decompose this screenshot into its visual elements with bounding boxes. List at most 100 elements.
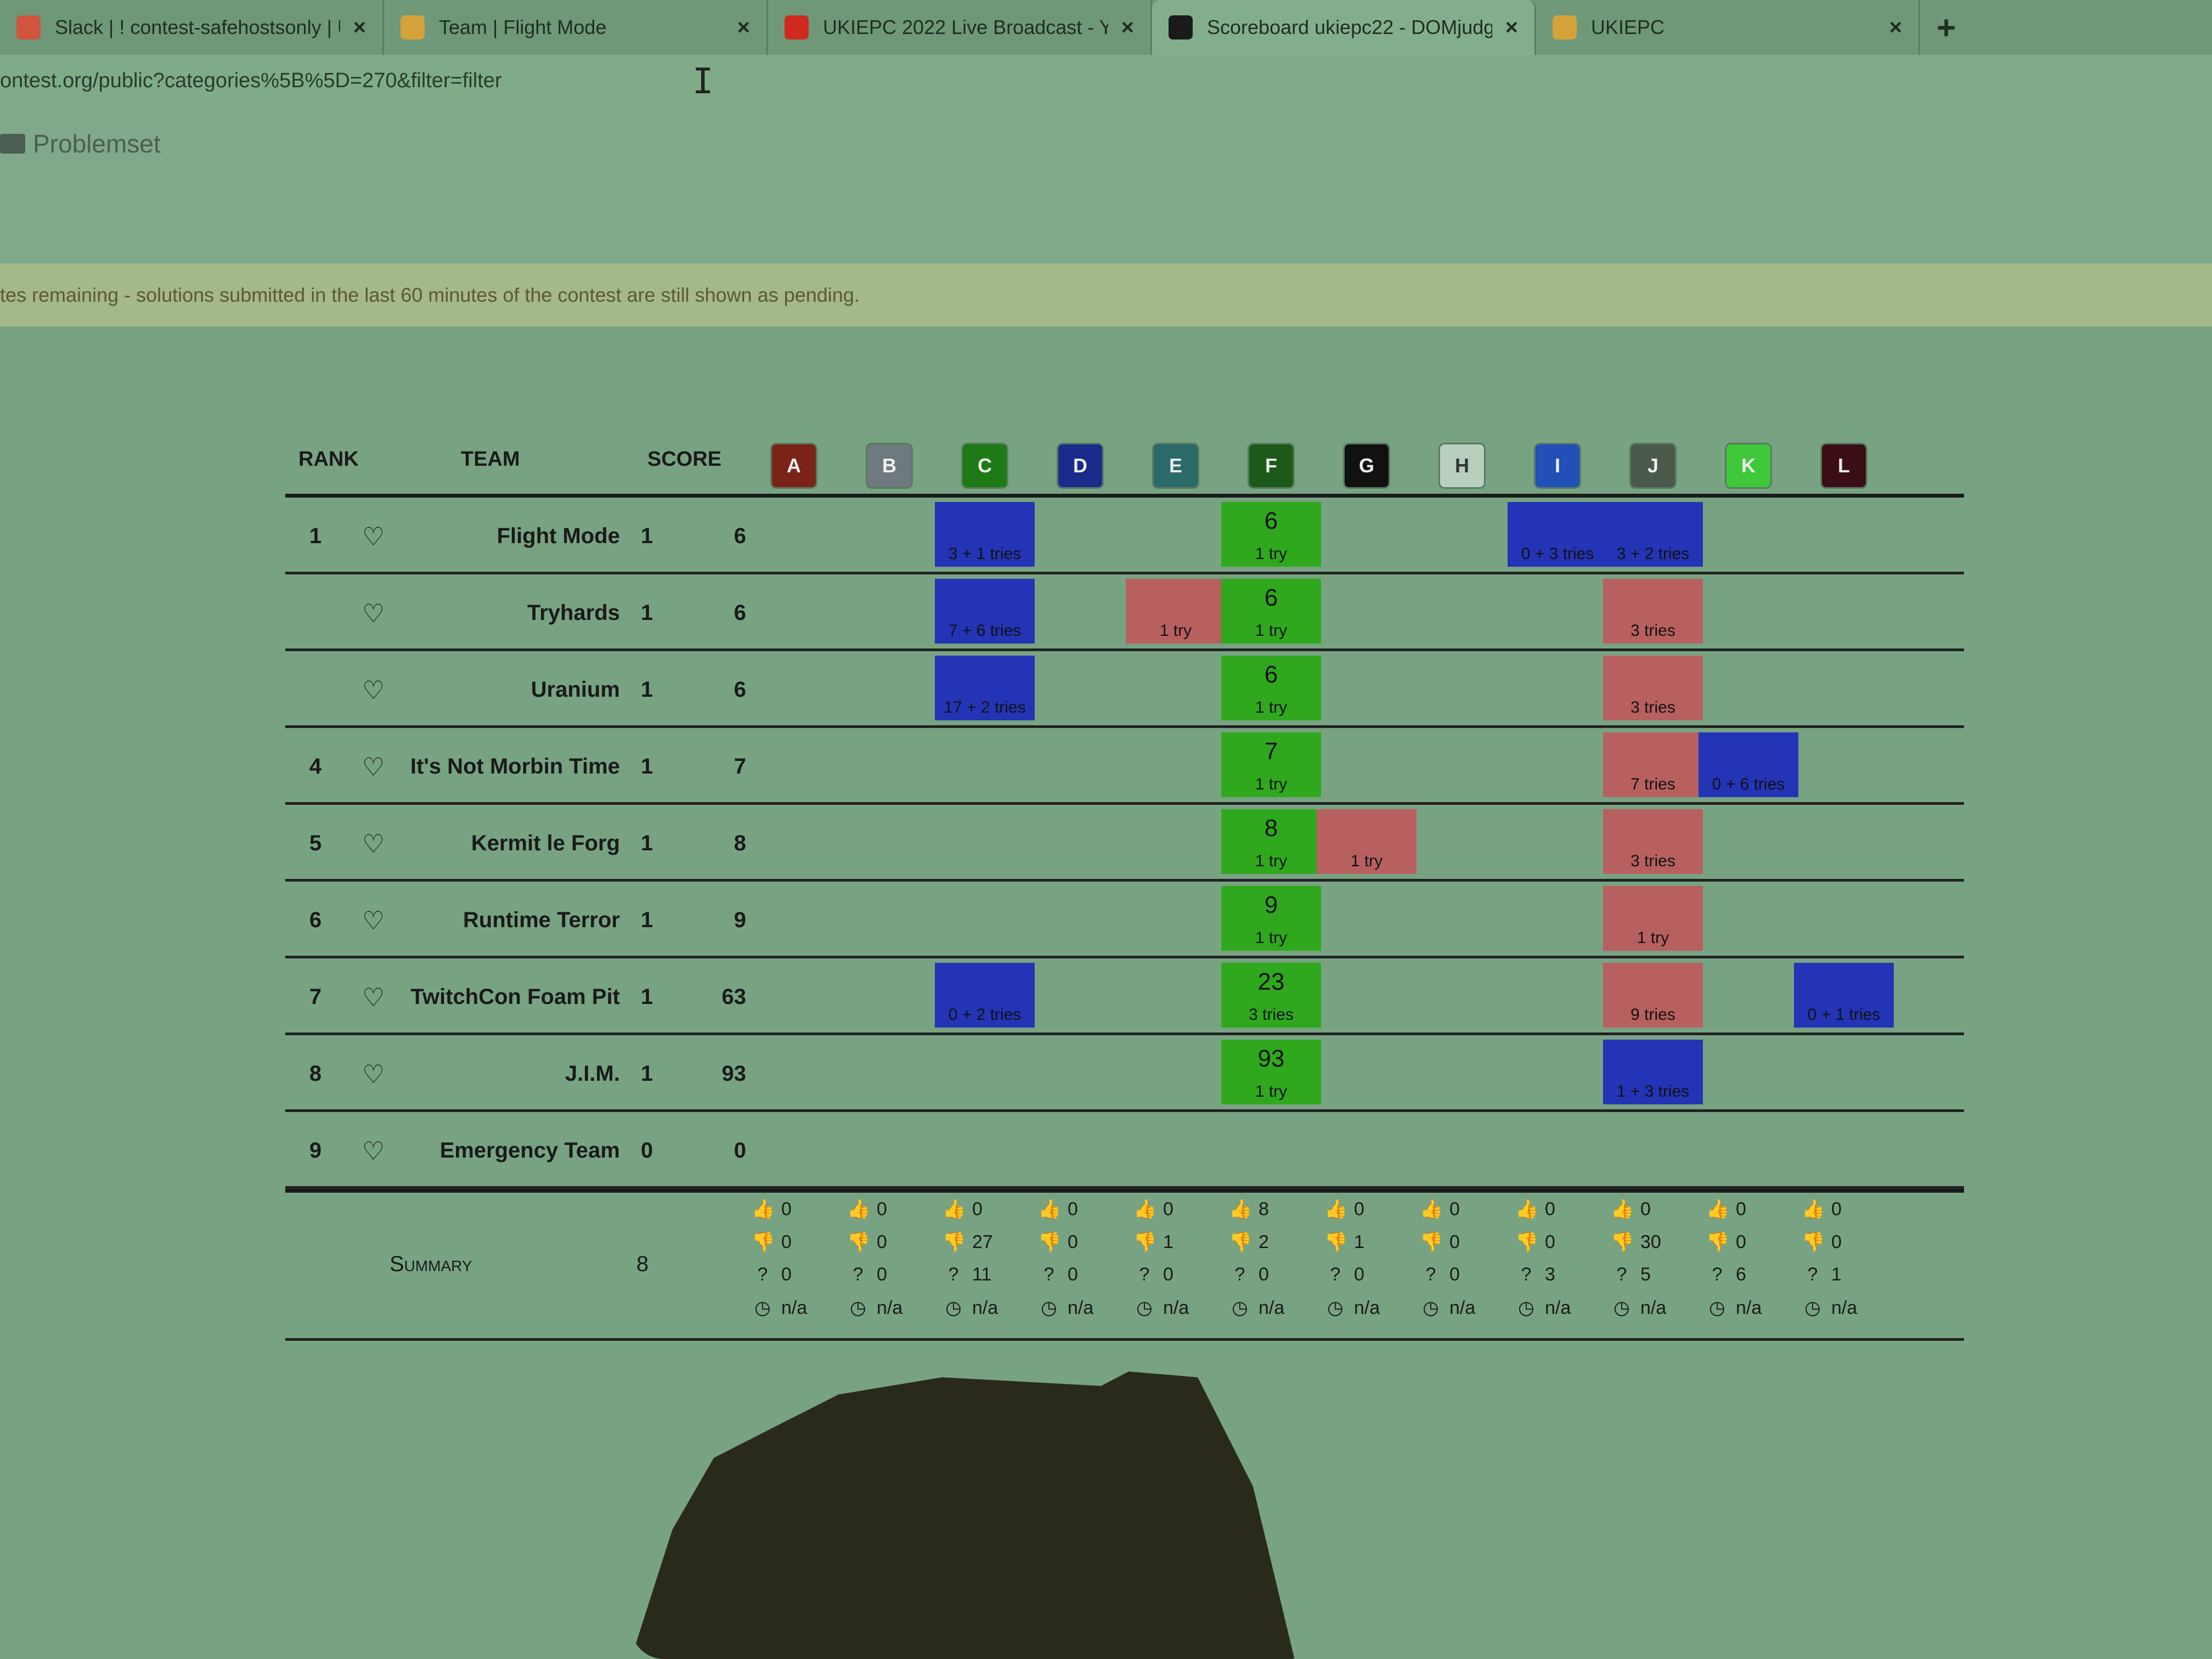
clock-icon: ◷ <box>1804 1297 1821 1318</box>
problem-badge-h[interactable]: H <box>1440 444 1484 487</box>
problem-badge-f[interactable]: F <box>1249 444 1293 487</box>
problem-badge-l[interactable]: L <box>1822 444 1866 487</box>
close-tab-icon[interactable]: × <box>1121 15 1134 40</box>
browser-tab-3[interactable]: UKIEPC 2022 Live Broadcast - Yo × <box>768 0 1152 55</box>
result-cell-c[interactable]: 0 + 2 tries <box>935 963 1035 1028</box>
result-cell-j[interactable]: 3 tries <box>1603 579 1703 644</box>
problem-badge-k[interactable]: K <box>1726 444 1770 487</box>
team-name[interactable]: TwitchCon Foam Pit <box>400 985 620 1009</box>
team-row[interactable]: 8 ♡ J.I.M. 1 93 93 1 try 1 + 3 tries <box>285 1035 1964 1112</box>
browser-tab-1[interactable]: Slack | ! contest-safehostsonly | U × <box>0 0 384 55</box>
summary-stat: ◷ n/a <box>1229 1297 1284 1319</box>
result-tries: 3 tries <box>1630 698 1675 716</box>
result-cell-j[interactable]: 7 tries <box>1603 732 1703 797</box>
team-name[interactable]: Uranium <box>400 678 620 702</box>
close-tab-icon[interactable]: × <box>1505 15 1518 40</box>
favorite-heart-icon[interactable]: ♡ <box>362 983 385 1012</box>
summary-solved-count: 8 <box>636 1252 649 1276</box>
favorite-heart-icon[interactable]: ♡ <box>362 829 385 859</box>
problem-badge-a[interactable]: A <box>772 444 816 487</box>
problem-badge-j[interactable]: J <box>1631 444 1675 487</box>
problem-badge-g[interactable]: G <box>1345 444 1389 487</box>
team-name[interactable]: Runtime Terror <box>400 908 620 933</box>
new-tab-button[interactable]: + <box>1937 9 1956 47</box>
team-row[interactable]: 6 ♡ Runtime Terror 1 9 9 1 try 1 try <box>285 882 1964 958</box>
result-cell-j[interactable]: 9 tries <box>1603 963 1703 1028</box>
result-cell-c[interactable]: 3 + 1 tries <box>935 502 1035 567</box>
summary-stat: ◷ n/a <box>1706 1297 1762 1319</box>
team-name[interactable]: Emergency Team <box>400 1138 620 1163</box>
team-name[interactable]: It's Not Morbin Time <box>400 754 620 779</box>
problem-badge-d[interactable]: D <box>1058 444 1102 487</box>
clock-icon: ◷ <box>754 1297 771 1318</box>
problem-badge-b[interactable]: B <box>867 444 911 487</box>
close-tab-icon[interactable]: × <box>353 15 366 40</box>
result-cell-k[interactable]: 0 + 6 tries <box>1699 732 1798 797</box>
thumbs-down-icon: 👎 <box>752 1232 775 1252</box>
browser-tab-2[interactable]: Team | Flight Mode × <box>384 0 768 55</box>
summary-stat: 👎 1 <box>1324 1231 1364 1253</box>
problem-badge-c[interactable]: C <box>963 444 1007 487</box>
team-row[interactable]: 1 ♡ Flight Mode 1 6 3 + 1 tries 6 1 try 0 + 3 tr… <box>285 498 1964 574</box>
favorite-heart-icon[interactable]: ♡ <box>362 1136 385 1166</box>
result-cell-f[interactable]: 6 1 try <box>1221 579 1321 644</box>
result-cell-c[interactable]: 7 + 6 tries <box>935 579 1035 644</box>
result-cell-f[interactable]: 8 1 try <box>1221 809 1321 874</box>
clock-icon: ◷ <box>1518 1297 1534 1318</box>
result-time: 23 <box>1257 968 1285 995</box>
result-cell-j[interactable]: 1 + 3 tries <box>1603 1040 1703 1104</box>
result-cell-f[interactable]: 6 1 try <box>1221 656 1321 720</box>
result-cell-c[interactable]: 17 + 2 tries <box>935 656 1035 720</box>
result-cell-j[interactable]: 1 try <box>1603 886 1703 951</box>
favorite-heart-icon[interactable]: ♡ <box>362 599 385 628</box>
url-text[interactable]: ontest.org/public?categories%5B%5D=270&f… <box>0 69 502 93</box>
favorite-heart-icon[interactable]: ♡ <box>362 1059 385 1089</box>
team-row[interactable]: 7 ♡ TwitchCon Foam Pit 1 63 0 + 2 tries 23 3 tr… <box>285 958 1964 1035</box>
result-cell-f[interactable]: 93 1 try <box>1221 1040 1321 1104</box>
question-icon: ? <box>1616 1264 1627 1285</box>
text-cursor-icon: I <box>692 61 714 102</box>
thumbs-up-icon: 👍 <box>847 1199 871 1220</box>
result-cell-f[interactable]: 7 1 try <box>1221 732 1321 797</box>
team-row[interactable]: 4 ♡ It's Not Morbin Time 1 7 7 1 try 7 tries 0 +… <box>285 728 1964 805</box>
problem-badge-e[interactable]: E <box>1154 444 1198 487</box>
browser-tab-4[interactable]: Scoreboard ukiepc22 - DOMjudg × <box>1152 0 1536 55</box>
team-name[interactable]: Tryhards <box>400 601 620 625</box>
close-tab-icon[interactable]: × <box>737 15 750 40</box>
summary-stat-value: 0 <box>1449 1199 1460 1220</box>
summary-stat: 👍 0 <box>847 1198 887 1220</box>
team-row[interactable]: ♡ Tryhards 1 6 7 + 6 tries 1 try 6 1 try 3 tries <box>285 574 1964 651</box>
result-cell-i[interactable]: 0 + 3 tries <box>1508 502 1607 567</box>
favorite-heart-icon[interactable]: ♡ <box>362 752 385 782</box>
team-name[interactable]: Flight Mode <box>400 524 620 549</box>
solved-count: 1 <box>641 524 653 548</box>
favorite-heart-icon[interactable]: ♡ <box>362 906 385 935</box>
result-cell-f[interactable]: 23 3 tries <box>1221 963 1321 1028</box>
result-cell-j[interactable]: 3 + 2 tries <box>1603 502 1703 567</box>
result-cell-j[interactable]: 3 tries <box>1603 656 1703 720</box>
result-cell-l[interactable]: 0 + 1 tries <box>1794 963 1894 1028</box>
summary-stat-value: n/a <box>1259 1297 1285 1318</box>
result-cell-f[interactable]: 6 1 try <box>1221 502 1321 567</box>
problem-badge-i[interactable]: I <box>1536 444 1579 487</box>
result-cell-j[interactable]: 3 tries <box>1603 809 1703 874</box>
favorite-heart-icon[interactable]: ♡ <box>362 522 385 551</box>
browser-tab-5[interactable]: UKIEPC × <box>1536 0 1920 55</box>
result-tries: 1 + 3 tries <box>1616 1082 1690 1101</box>
result-cell-g[interactable]: 1 try <box>1317 809 1417 874</box>
team-name[interactable]: J.I.M. <box>400 1062 620 1086</box>
browser-tab-title: Scoreboard ukiepc22 - DOMjudg <box>1207 16 1492 38</box>
thumbs-down-icon: 👎 <box>1515 1232 1539 1252</box>
browser-tab-title: Slack | ! contest-safehostsonly | U <box>55 16 340 38</box>
result-cell-e[interactable]: 1 try <box>1126 579 1226 644</box>
team-row[interactable]: ♡ Uranium 1 6 17 + 2 tries 6 1 try 3 tries <box>285 651 1964 728</box>
favorite-heart-icon[interactable]: ♡ <box>362 675 385 705</box>
result-cell-f[interactable]: 9 1 try <box>1221 886 1321 951</box>
team-name[interactable]: Kermit le Forg <box>400 831 620 856</box>
close-tab-icon[interactable]: × <box>1889 15 1902 40</box>
address-bar[interactable]: ontest.org/public?categories%5B%5D=270&f… <box>0 55 2212 107</box>
team-row[interactable]: 5 ♡ Kermit le Forg 1 8 8 1 try 1 try 3 tries <box>285 805 1964 882</box>
nav-problemset[interactable]: Problemset <box>0 129 161 159</box>
thumbs-down-icon: 👎 <box>943 1232 966 1252</box>
team-row[interactable]: 9 ♡ Emergency Team 0 0 <box>285 1112 1964 1189</box>
